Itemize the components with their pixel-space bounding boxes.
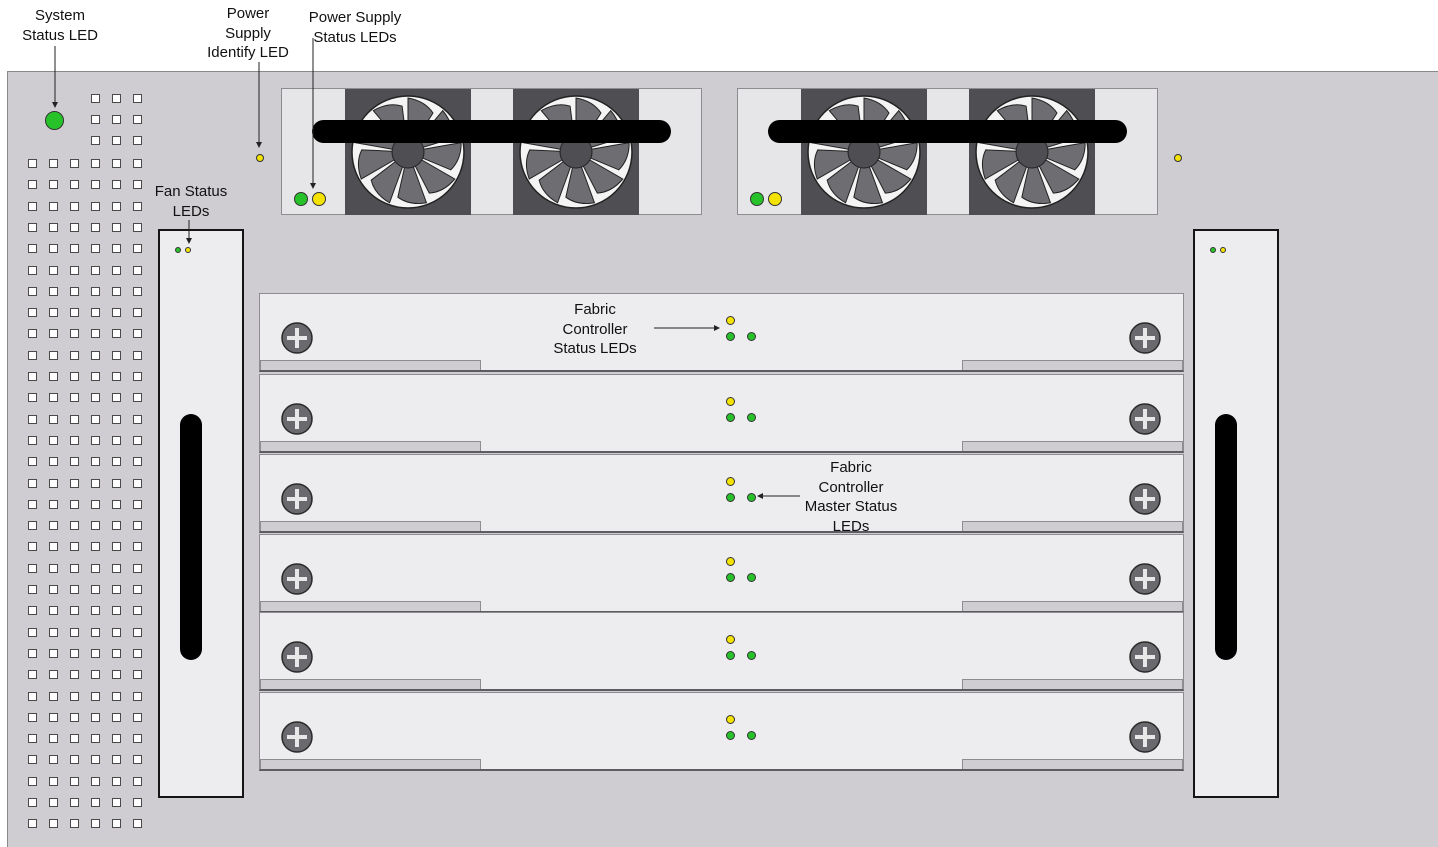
callout-leader-lines (52, 38, 800, 499)
